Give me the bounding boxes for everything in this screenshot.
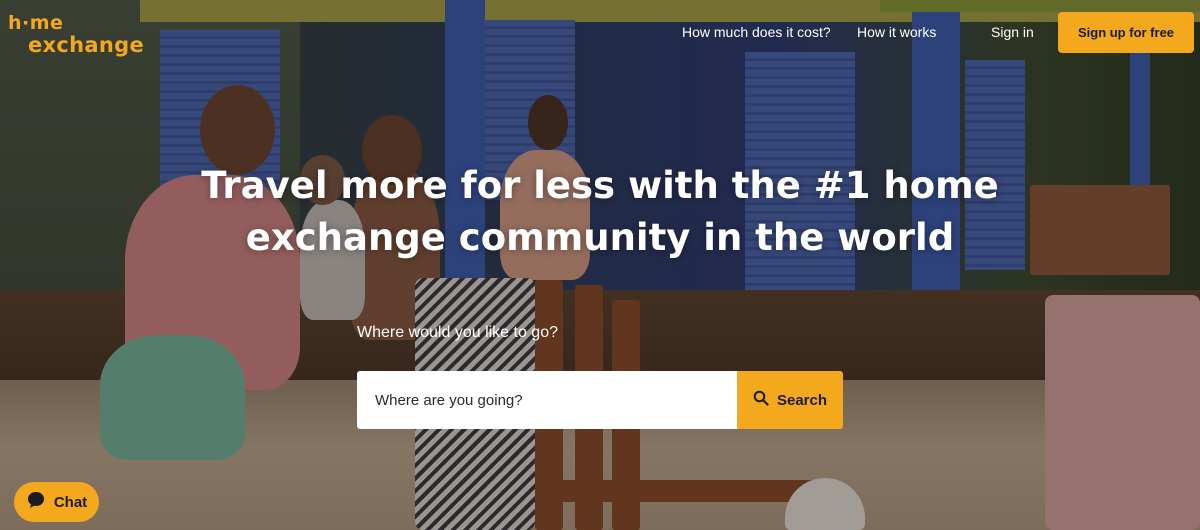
chat-button[interactable]: Chat (14, 482, 99, 522)
chat-bubble-icon (26, 490, 46, 514)
site-header: h·me exchange How much does it cost? How… (0, 0, 1200, 66)
search-button-label: Search (776, 391, 828, 409)
nav-link-cost[interactable]: How much does it cost? (682, 24, 831, 40)
nav-link-how-it-works[interactable]: How it works (857, 24, 936, 40)
homeexchange-logo[interactable]: h·me exchange (8, 12, 144, 56)
chat-button-label: Chat (53, 493, 88, 511)
hero-headline: Travel more for less with the #1 home ex… (201, 164, 999, 259)
search-button[interactable]: Search (737, 371, 843, 429)
logo-text-line1: h·me (8, 12, 64, 34)
nav-link-sign-in[interactable]: Sign in (991, 24, 1034, 40)
logo-text-line2: exchange (28, 33, 144, 57)
signup-button[interactable]: Sign up for free (1058, 12, 1194, 53)
destination-search-form: Search (357, 371, 843, 429)
destination-search-input[interactable] (357, 371, 737, 429)
search-label: Where would you like to go? (357, 324, 558, 341)
hero-background-photo (0, 0, 1200, 530)
search-icon (753, 390, 769, 410)
